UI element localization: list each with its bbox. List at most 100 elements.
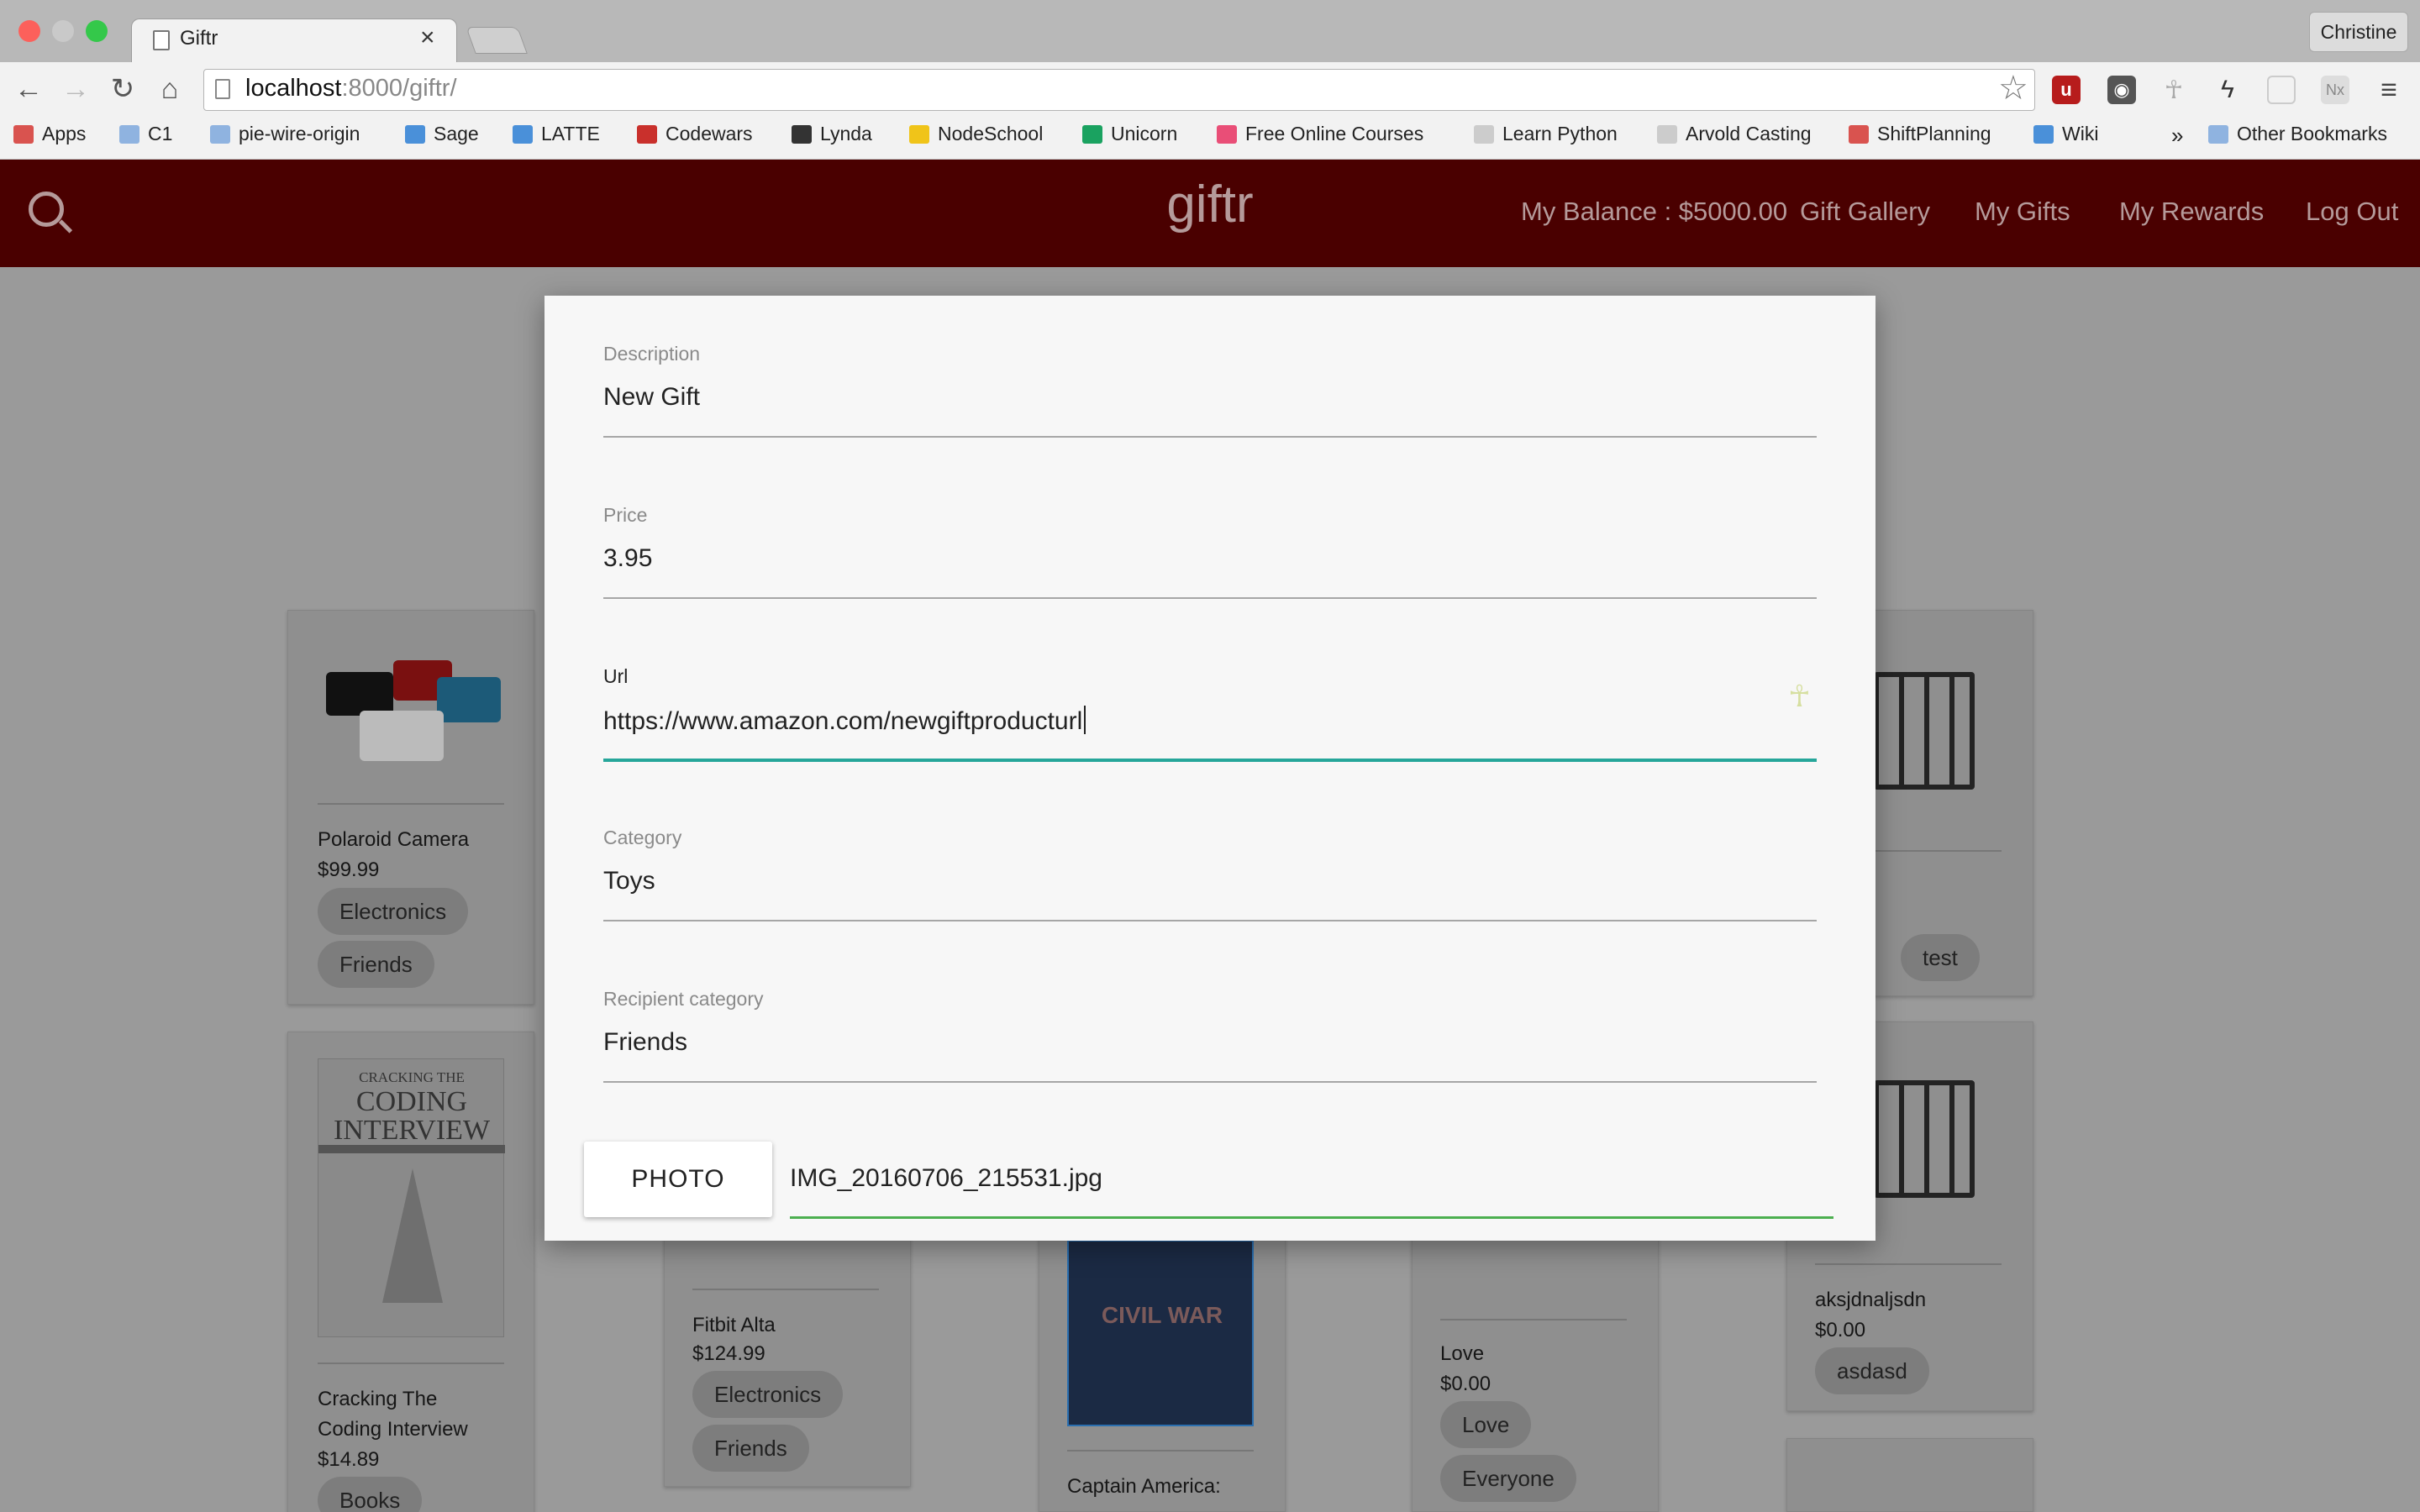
page-icon bbox=[153, 30, 170, 50]
url-label: Url bbox=[603, 665, 629, 687]
bookmark-item[interactable]: Codewars bbox=[637, 123, 753, 145]
bookmark-item[interactable]: Sage bbox=[405, 123, 479, 145]
bookmark-icon bbox=[1217, 124, 1237, 144]
gift-name: aksjdnaljsdn bbox=[1815, 1289, 1927, 1311]
folder-icon bbox=[2208, 124, 2228, 144]
cover-title-line: CODING bbox=[355, 1086, 468, 1117]
bookmark-item[interactable]: Apps bbox=[13, 123, 86, 145]
bookmark-item[interactable]: ShiftPlanning bbox=[1849, 123, 1991, 145]
card-divider bbox=[1815, 1263, 2002, 1265]
url-path: :8000/giftr/ bbox=[341, 75, 457, 102]
zoom-window-button[interactable] bbox=[86, 20, 108, 42]
minimize-window-button[interactable] bbox=[52, 20, 74, 42]
nav-my-gifts[interactable]: My Gifts bbox=[1975, 197, 2070, 227]
bookmark-icon bbox=[1849, 124, 1869, 144]
address-text[interactable]: localhost:8000/giftr/ bbox=[245, 75, 457, 102]
reload-icon[interactable]: ↻ bbox=[104, 71, 141, 108]
gift-price: $0.00 bbox=[1815, 1319, 1866, 1341]
ankh-autofill-icon[interactable]: ☥ bbox=[1788, 679, 1811, 714]
bookmark-star-icon[interactable]: ☆ bbox=[1998, 69, 2028, 108]
bolt-extension-icon[interactable]: ϟ bbox=[2213, 76, 2242, 104]
tag-chip[interactable]: Everyone bbox=[1440, 1455, 1576, 1502]
description-underline bbox=[603, 436, 1817, 438]
close-tab-icon[interactable]: × bbox=[420, 24, 435, 52]
tag-chip[interactable]: test bbox=[1901, 934, 1980, 981]
bookmark-label: Free Online Courses bbox=[1245, 123, 1424, 144]
new-tab-button[interactable] bbox=[466, 27, 528, 54]
address-bar[interactable] bbox=[203, 69, 2035, 111]
ublock-extension-icon[interactable]: u bbox=[2052, 76, 2081, 104]
nav-log-out[interactable]: Log Out bbox=[2306, 197, 2398, 227]
gift-card[interactable] bbox=[1786, 1438, 2033, 1512]
bookmark-label: Apps bbox=[42, 123, 87, 144]
url-focus-underline bbox=[603, 759, 1817, 762]
bookmark-label: Wiki bbox=[2062, 123, 2099, 144]
card-divider bbox=[318, 1362, 504, 1364]
tag-chip[interactable]: Friends bbox=[318, 941, 434, 988]
url-field-text: https://www.amazon.com/newgiftproducturl bbox=[603, 707, 1083, 735]
polaroid-camera-image bbox=[318, 638, 504, 776]
bookmark-item[interactable]: Free Online Courses bbox=[1217, 123, 1423, 145]
url-field[interactable]: https://www.amazon.com/newgiftproducturl bbox=[603, 706, 1086, 736]
card-divider bbox=[1440, 1319, 1627, 1320]
page-info-icon[interactable] bbox=[215, 79, 230, 99]
back-icon[interactable]: ← bbox=[10, 71, 47, 108]
lightbulb-extension-icon[interactable]: ◉ bbox=[2107, 76, 2136, 104]
tag-chip[interactable]: Books bbox=[318, 1477, 423, 1512]
nav-gift-gallery[interactable]: Gift Gallery bbox=[1800, 197, 1930, 227]
bookmark-label: ShiftPlanning bbox=[1877, 123, 1991, 144]
bookmark-item[interactable]: pie-wire-origin bbox=[210, 123, 360, 145]
bookmark-item[interactable]: Wiki bbox=[2033, 123, 2098, 145]
bookmark-icon bbox=[1474, 124, 1494, 144]
price-underline bbox=[603, 597, 1817, 599]
reader-extension-icon[interactable] bbox=[2267, 76, 2296, 104]
menu-icon[interactable]: ≡ bbox=[2375, 74, 2403, 106]
price-label: Price bbox=[603, 504, 648, 526]
bookmarks-overflow-icon[interactable]: » bbox=[2171, 123, 2183, 149]
profile-button[interactable]: Christine bbox=[2309, 12, 2408, 52]
bookmark-label: pie-wire-origin bbox=[239, 123, 360, 144]
bookmark-label: Lynda bbox=[820, 123, 872, 144]
bookmark-item[interactable]: Unicorn bbox=[1082, 123, 1177, 145]
recipient-category-underline bbox=[603, 1081, 1817, 1083]
gift-box-icon bbox=[1874, 1080, 1975, 1198]
bookmark-item[interactable]: NodeSchool bbox=[909, 123, 1043, 145]
tag-chip[interactable]: asdasd bbox=[1815, 1347, 1929, 1394]
other-bookmarks-folder[interactable]: Other Bookmarks bbox=[2208, 123, 2387, 145]
tag-chip[interactable]: Electronics bbox=[318, 888, 469, 935]
bookmark-item[interactable]: Lynda bbox=[792, 123, 872, 145]
bookmark-item[interactable]: C1 bbox=[119, 123, 172, 145]
gift-price: $0.00 bbox=[1440, 1373, 1491, 1395]
bookmark-item[interactable]: Arvold Casting bbox=[1657, 123, 1812, 145]
card-divider bbox=[692, 1289, 879, 1290]
gift-name: Captain America: bbox=[1067, 1475, 1221, 1498]
bookmark-icon bbox=[2033, 124, 2054, 144]
nav-my-rewards[interactable]: My Rewards bbox=[2119, 197, 2264, 227]
bookmark-icon bbox=[119, 124, 139, 144]
gift-name: Fitbit Alta bbox=[692, 1314, 776, 1336]
url-host: localhost bbox=[245, 75, 342, 102]
home-icon[interactable]: ⌂ bbox=[151, 71, 188, 108]
description-field[interactable]: New Gift bbox=[603, 383, 700, 412]
bookmark-item[interactable]: Learn Python bbox=[1474, 123, 1618, 145]
movie-poster-image: CIVIL WAR bbox=[1067, 1240, 1254, 1426]
photo-upload-button[interactable]: PHOTO bbox=[584, 1142, 772, 1217]
ankh-extension-icon[interactable]: ☥ bbox=[2160, 76, 2188, 104]
tag-chip[interactable]: Friends bbox=[692, 1425, 809, 1472]
gift-price: $14.89 bbox=[318, 1448, 380, 1471]
photo-filename-field[interactable]: IMG_20160706_215531.jpg bbox=[790, 1164, 1102, 1193]
category-field[interactable]: Toys bbox=[603, 867, 655, 895]
price-field[interactable]: 3.95 bbox=[603, 544, 652, 573]
recipient-category-field[interactable]: Friends bbox=[603, 1028, 687, 1057]
gift-price: $124.99 bbox=[692, 1342, 765, 1365]
bookmark-item[interactable]: LATTE bbox=[513, 123, 600, 145]
close-window-button[interactable] bbox=[18, 20, 40, 42]
bookmark-icon bbox=[637, 124, 657, 144]
tag-chip[interactable]: Electronics bbox=[692, 1371, 844, 1418]
tag-chip[interactable]: Love bbox=[1440, 1401, 1532, 1448]
poster-title: CIVIL WAR bbox=[1101, 1302, 1223, 1328]
photo-filename-underline bbox=[790, 1216, 1833, 1219]
card-divider bbox=[318, 803, 504, 805]
nx-extension-icon[interactable]: Nx bbox=[2321, 76, 2349, 104]
forward-icon[interactable]: → bbox=[57, 71, 94, 108]
